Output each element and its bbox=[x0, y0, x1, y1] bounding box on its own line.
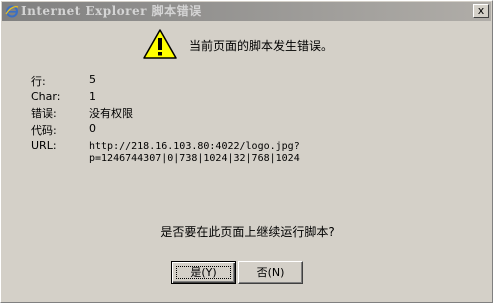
warning-icon bbox=[143, 29, 177, 59]
yes-button-label: 是(Y) bbox=[190, 266, 217, 279]
line-value: 5 bbox=[89, 73, 96, 86]
code-label: 代码: bbox=[31, 124, 57, 137]
char-value: 1 bbox=[89, 90, 96, 103]
char-label: Char: bbox=[31, 90, 61, 103]
url-value-line2: p=1246744307|0|738|1024|32|768|1024 bbox=[89, 153, 300, 164]
url-value-line1: http://218.16.103.80:4022/logo.jpg? bbox=[89, 141, 300, 152]
code-value: 0 bbox=[89, 122, 96, 135]
error-label: 错误: bbox=[31, 107, 57, 120]
window-title: Internet Explorer 脚本错误 bbox=[21, 4, 202, 18]
line-label: 行: bbox=[31, 75, 46, 88]
no-button-label: 否(N) bbox=[256, 266, 285, 279]
error-message: 当前页面的脚本发生错误。 bbox=[189, 39, 334, 53]
url-label: URL: bbox=[31, 139, 57, 152]
no-button[interactable]: 否(N) bbox=[238, 261, 303, 284]
error-value: 没有权限 bbox=[89, 107, 133, 120]
close-icon: x bbox=[477, 4, 485, 17]
close-button[interactable]: x bbox=[473, 4, 489, 18]
continue-question: 是否要在此页面上继续运行脚本? bbox=[160, 225, 335, 239]
title-bar[interactable]: Internet Explorer 脚本错误 x bbox=[2, 2, 491, 21]
ie-icon bbox=[5, 5, 19, 18]
script-error-dialog: Internet Explorer 脚本错误 x 当前页面的脚本发生错误。 行:… bbox=[0, 0, 493, 303]
yes-button[interactable]: 是(Y) bbox=[171, 261, 236, 284]
